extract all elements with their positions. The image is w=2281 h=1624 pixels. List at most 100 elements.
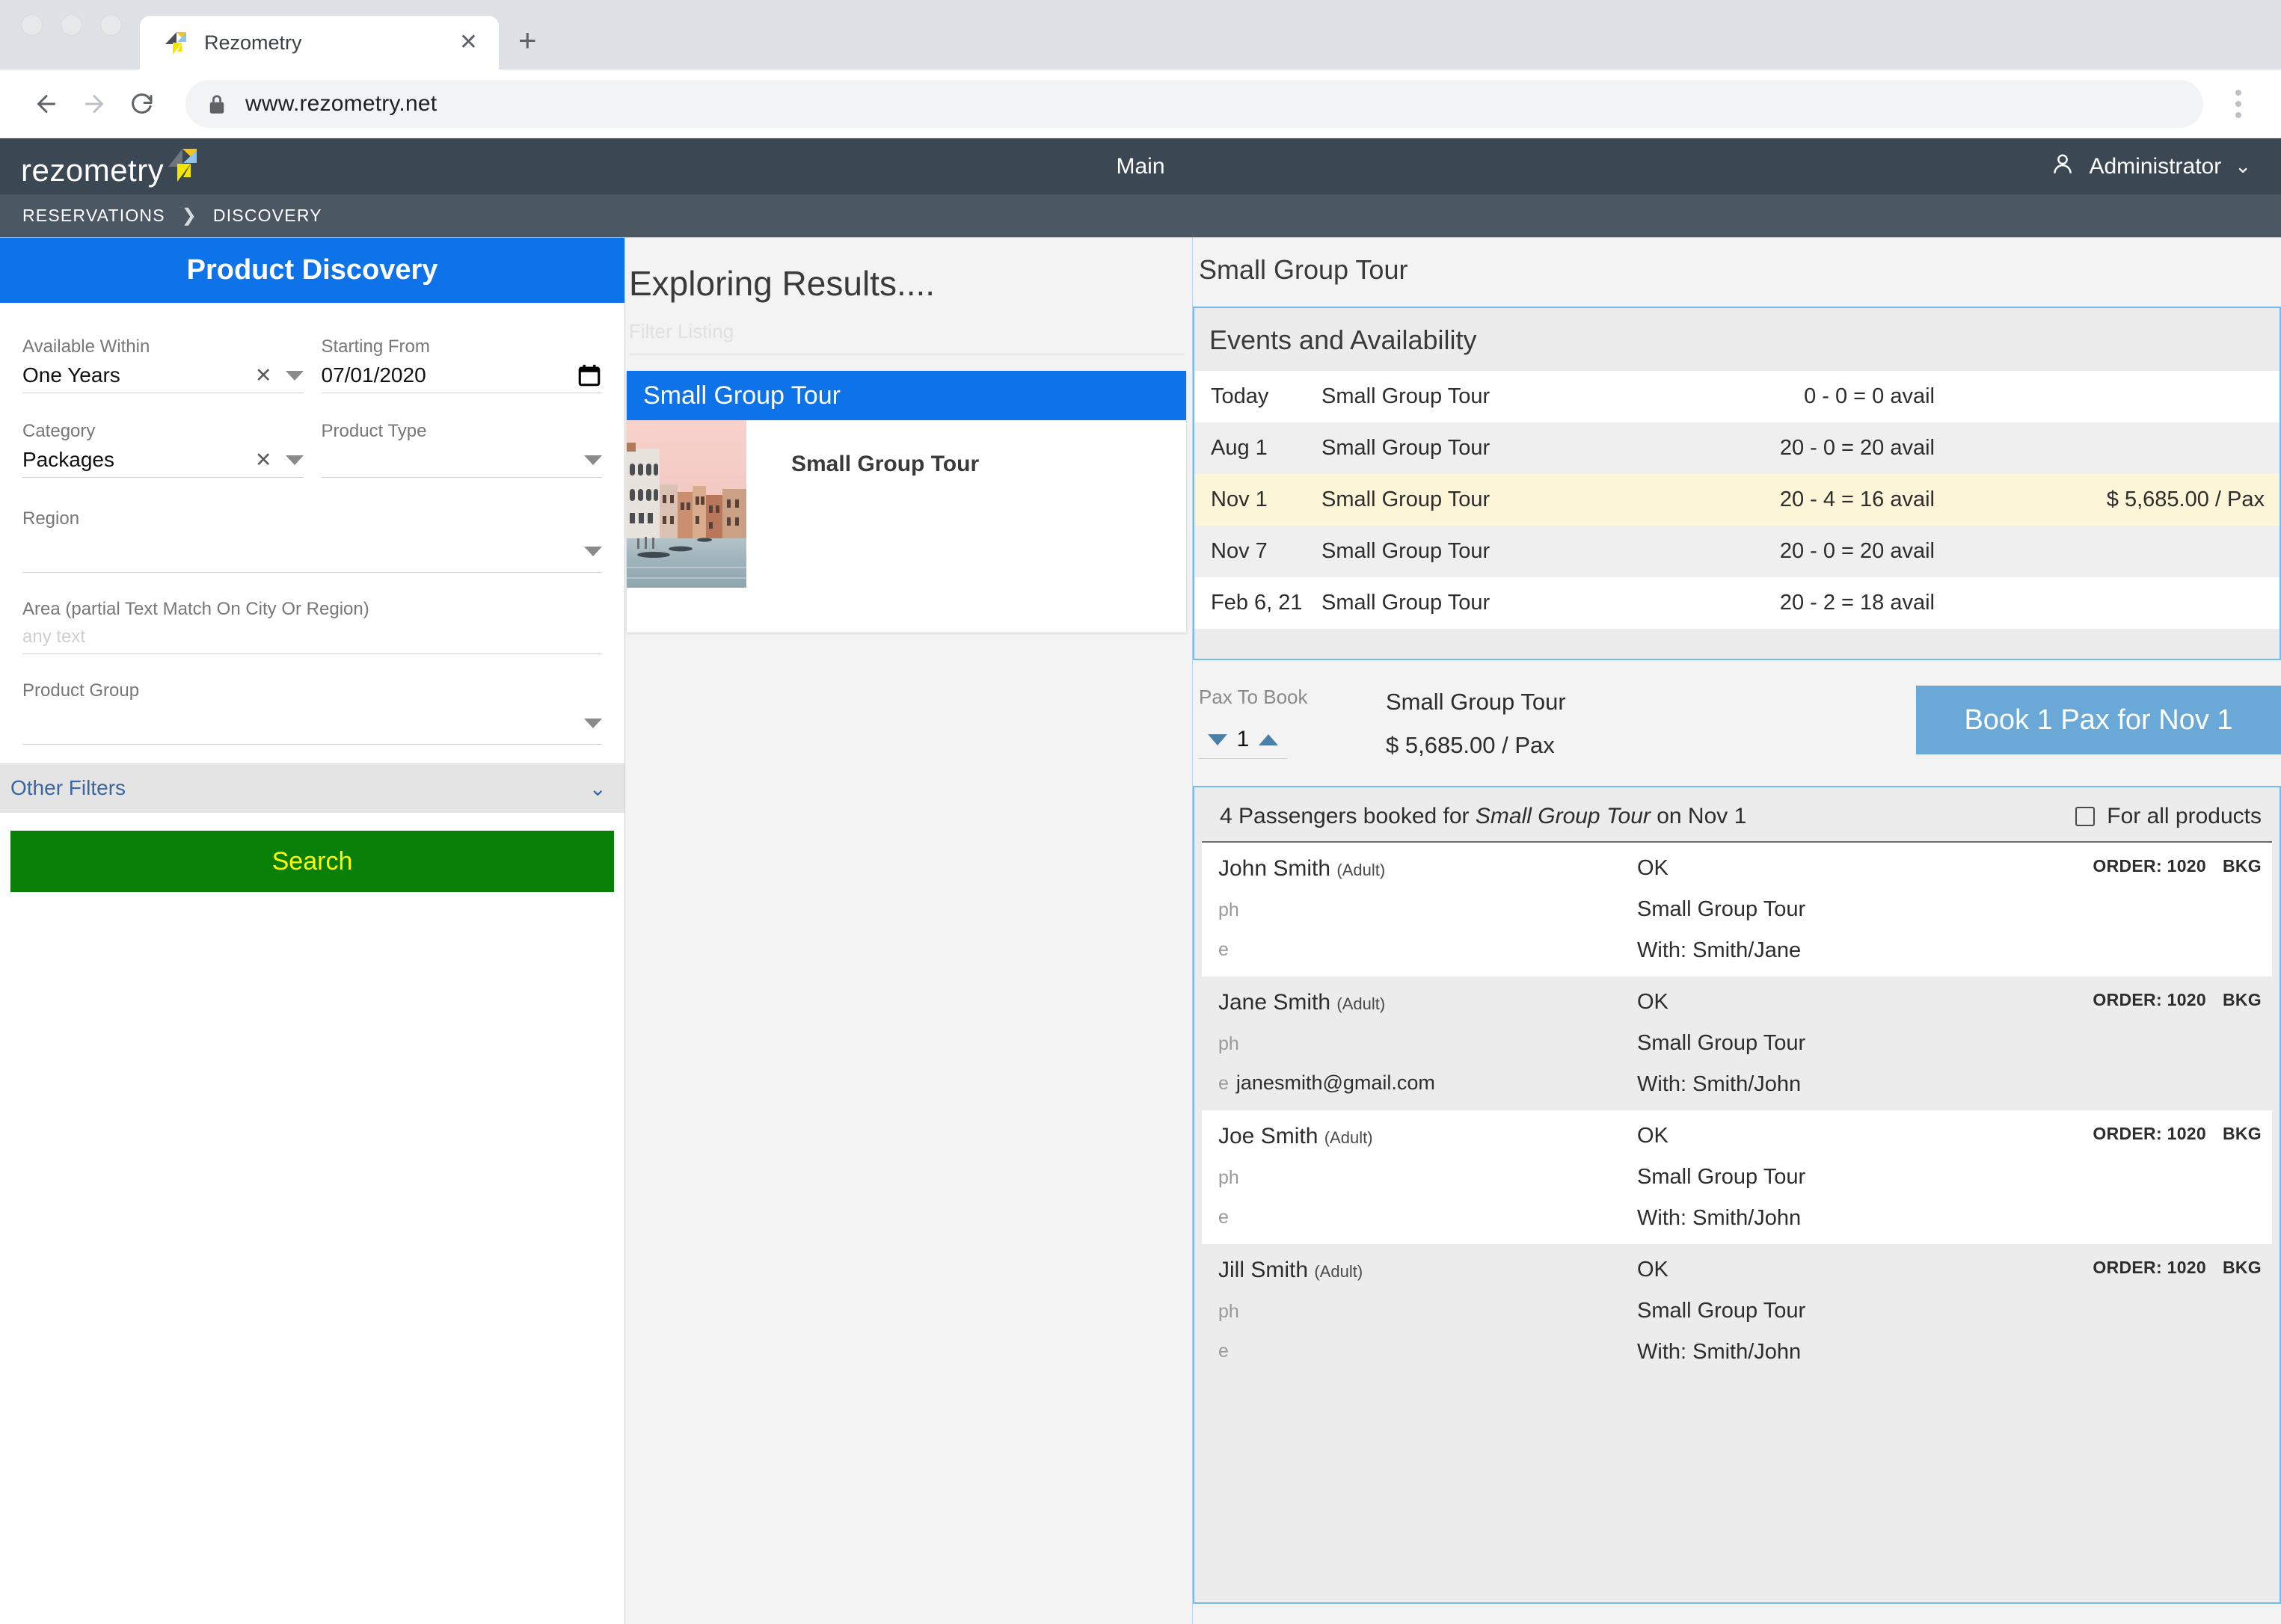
label-available-within: Available Within — [22, 336, 150, 357]
phone-label: ph — [1218, 1033, 1239, 1054]
passenger-bkg[interactable]: BKG — [2223, 856, 2262, 876]
book-button[interactable]: Book 1 Pax for Nov 1 — [1916, 686, 2281, 754]
event-date: Nov 1 — [1211, 487, 1268, 511]
chevron-down-icon[interactable] — [285, 455, 304, 465]
field-starting-from[interactable]: Starting From 07/01/2020 — [321, 330, 602, 393]
result-card-title: Small Group Tour — [791, 452, 980, 476]
chevron-down-icon[interactable] — [584, 546, 602, 556]
window-minimize-dot[interactable] — [61, 14, 82, 36]
passenger-email: e — [1218, 1205, 1637, 1228]
tab-title: Rezometry — [204, 31, 302, 54]
field-region[interactable]: Region — [22, 502, 602, 573]
chevron-down-icon[interactable] — [285, 370, 304, 381]
passenger-status: OK — [1637, 1258, 1668, 1282]
passengers-heading-post: on Nov 1 — [1650, 804, 1747, 828]
event-date: Aug 1 — [1211, 436, 1268, 460]
booking-summary: Small Group Tour $ 5,685.00 / Pax — [1386, 686, 1916, 759]
table-row[interactable]: Today Small Group Tour 0 - 0 = 0 avail — [1194, 371, 2280, 422]
window-maximize-dot[interactable] — [100, 14, 122, 36]
for-all-products-label: For all products — [2107, 804, 2262, 828]
kebab-menu-icon[interactable] — [2218, 89, 2259, 118]
new-tab-button[interactable]: + — [518, 25, 537, 56]
passenger-product: Small Group Tour — [1637, 897, 1806, 921]
tab-close-icon[interactable]: ✕ — [455, 31, 482, 54]
area-input[interactable]: any text — [22, 627, 602, 648]
email-label: e — [1218, 939, 1229, 960]
product-discovery-title: Product Discovery — [186, 254, 438, 286]
address-bar[interactable]: www.rezometry.net — [185, 79, 2203, 128]
passenger-type: (Adult) — [1336, 994, 1386, 1013]
passenger-row[interactable]: John Smith (Adult) ph e OK Small Group T… — [1202, 843, 2272, 976]
field-product-type[interactable]: Product Type — [321, 414, 602, 478]
email-label: e — [1218, 1207, 1229, 1228]
back-arrow-icon[interactable] — [22, 80, 70, 128]
passenger-row[interactable]: Jane Smith (Adult) ph e janesmith@gmail.c… — [1202, 976, 2272, 1110]
booking-bar: Pax To Book 1 Small Group Tour $ 5,685.0… — [1193, 660, 2281, 759]
passenger-name-text: Jane Smith — [1218, 990, 1331, 1015]
search-button[interactable]: Search — [10, 831, 614, 892]
table-row[interactable]: Aug 1 Small Group Tour 20 - 0 = 20 avail — [1194, 422, 2280, 474]
underline — [22, 572, 602, 573]
nav-main-label[interactable]: Main — [0, 154, 2281, 179]
for-all-products-checkbox[interactable]: For all products — [2075, 804, 2262, 829]
label-product-type: Product Type — [321, 421, 427, 441]
breadcrumb: RESERVATIONS ❯ DISCOVERY — [0, 194, 2281, 238]
passenger-bkg[interactable]: BKG — [2223, 1258, 2262, 1278]
calendar-icon[interactable] — [577, 363, 602, 388]
breadcrumb-separator-icon: ❯ — [181, 206, 197, 226]
window-close-dot[interactable] — [21, 14, 43, 36]
window-controls[interactable] — [21, 0, 122, 70]
table-row[interactable]: Feb 6, 21 Small Group Tour 20 - 2 = 18 a… — [1194, 577, 2280, 629]
event-price — [1935, 577, 2280, 629]
passenger-email: e — [1218, 938, 1637, 961]
checkbox-icon[interactable] — [2075, 807, 2096, 826]
clear-category-icon[interactable]: ✕ — [255, 449, 272, 472]
passenger-product: Small Group Tour — [1637, 1165, 1806, 1189]
passenger-row[interactable]: Jill Smith (Adult) ph e OK Small Group T… — [1202, 1244, 2272, 1378]
passenger-status: OK — [1637, 990, 1668, 1014]
field-area[interactable]: Area (partial Text Match On City Or Regi… — [22, 592, 602, 654]
passenger-type: (Adult) — [1336, 861, 1386, 879]
chevron-down-icon[interactable] — [584, 455, 602, 465]
label-region: Region — [22, 508, 80, 529]
passenger-row[interactable]: Joe Smith (Adult) ph e OK Small Group To… — [1202, 1110, 2272, 1244]
phone-label: ph — [1218, 1301, 1239, 1322]
search-button-label: Search — [271, 846, 353, 876]
browser-tabstrip: Rezometry ✕ + — [0, 0, 2281, 70]
event-avail: 20 - 0 = 20 avail — [1779, 539, 1935, 563]
passenger-phone: ph — [1218, 1299, 1637, 1323]
pax-to-book-stepper[interactable]: Pax To Book 1 — [1199, 686, 1386, 759]
field-available-within[interactable]: Available Within One Years ✕ — [22, 330, 304, 393]
field-category[interactable]: Category Packages ✕ — [22, 414, 304, 478]
user-menu[interactable]: Administrator ⌄ — [2050, 151, 2251, 182]
field-product-group[interactable]: Product Group — [22, 674, 602, 745]
filter-listing-input[interactable]: Filter Listing — [629, 320, 1185, 354]
table-row-selected[interactable]: Nov 1 Small Group Tour 20 - 4 = 16 avail… — [1194, 474, 2280, 526]
value-starting-from: 07/01/2020 — [321, 363, 426, 387]
passenger-phone: ph — [1218, 898, 1637, 921]
reload-icon[interactable] — [118, 80, 166, 128]
underline — [22, 744, 602, 745]
result-card[interactable]: Small Group Tour Small Group Tour — [627, 371, 1186, 633]
chevron-down-icon[interactable] — [584, 718, 602, 728]
table-row[interactable]: Nov 7 Small Group Tour 20 - 0 = 20 avail — [1194, 526, 2280, 577]
passengers-header: 4 Passengers booked for Small Group Tour… — [1202, 787, 2272, 843]
stepper-decrement-icon[interactable] — [1208, 733, 1227, 745]
clear-available-within-icon[interactable]: ✕ — [255, 364, 272, 387]
forward-arrow-icon[interactable] — [70, 80, 118, 128]
breadcrumb-item-reservations[interactable]: RESERVATIONS — [22, 206, 165, 226]
passenger-order: ORDER: 1020 — [2093, 1124, 2206, 1143]
browser-tab[interactable]: Rezometry ✕ — [140, 16, 499, 70]
email-label: e — [1218, 1073, 1229, 1094]
stepper-increment-icon[interactable] — [1259, 733, 1278, 745]
passenger-order: ORDER: 1020 — [2093, 856, 2206, 876]
phone-label: ph — [1218, 1167, 1239, 1188]
chevron-down-icon[interactable]: ⌄ — [2235, 155, 2251, 178]
passenger-with: With: Smith/John — [1637, 1340, 1802, 1364]
passenger-bkg[interactable]: BKG — [2223, 1124, 2262, 1144]
breadcrumb-item-discovery[interactable]: DISCOVERY — [213, 206, 322, 226]
passenger-bkg[interactable]: BKG — [2223, 990, 2262, 1010]
other-filters-toggle[interactable]: Other Filters ⌄ — [0, 763, 624, 813]
chevron-down-icon[interactable]: ⌄ — [589, 776, 607, 801]
passenger-email: e — [1218, 1339, 1637, 1362]
